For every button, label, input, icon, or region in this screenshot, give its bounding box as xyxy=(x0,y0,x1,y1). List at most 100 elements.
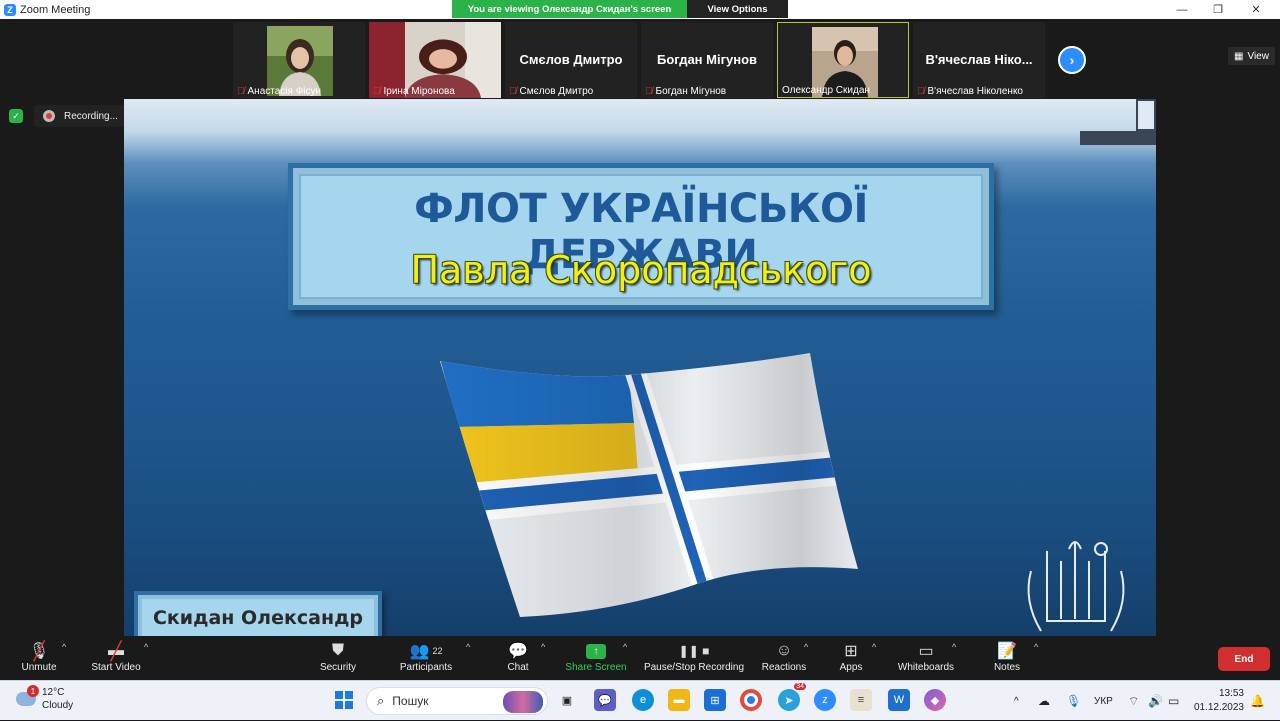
participant-tile[interactable]: Смєлов Дмитро 🎙̸ Смєлов Дмитро xyxy=(505,22,637,98)
share-screen-icon: ↑ xyxy=(586,640,606,662)
participants-options-chevron-icon[interactable]: ^ xyxy=(466,642,470,652)
encryption-shield-icon[interactable]: ✓ xyxy=(9,109,23,123)
participant-name: Олександр Скидан xyxy=(782,85,870,96)
participant-display-name: Смєлов Дмитро xyxy=(519,52,623,67)
teams-chat-icon[interactable]: 💬 xyxy=(594,689,616,711)
next-page-button[interactable]: › xyxy=(1058,46,1086,74)
start-video-button[interactable]: ▬ ╱ Start Video xyxy=(88,640,144,678)
system-clock[interactable]: 13:53 01.12.2023 xyxy=(1192,687,1244,715)
minimize-icon[interactable]: — xyxy=(1164,0,1200,19)
participants-icon: 👥 22 xyxy=(409,643,443,660)
recording-label: Recording... xyxy=(64,110,118,122)
muted-mic-icon: 🎙̸ xyxy=(917,86,925,97)
windows-taskbar: 1 12°C Cloudy ⌕ Пошук ▣ 💬 e ▬ ⊞ ➤ 34 z ≡… xyxy=(0,680,1280,720)
share-options-chevron-icon[interactable]: ^ xyxy=(623,642,627,652)
participant-tile-active[interactable]: Олександр Скидан xyxy=(777,22,909,98)
zoom-logo-icon: Z xyxy=(4,3,16,16)
reactions-options-chevron-icon[interactable]: ^ xyxy=(804,642,808,652)
participant-name: 🎙̸ Богдан Мігунов xyxy=(645,86,727,97)
pause-stop-recording-button[interactable]: ❚❚ ■ Pause/Stop Recording xyxy=(642,640,746,678)
participant-tile[interactable]: Богдан Мігунов 🎙̸ Богдан Мігунов xyxy=(641,22,773,98)
zoom-app-icon[interactable]: z xyxy=(814,689,836,711)
pause-stop-icon: ❚❚ ■ xyxy=(678,644,710,658)
telegram-icon[interactable]: ➤ 34 xyxy=(778,683,806,711)
word-icon[interactable]: W xyxy=(888,689,910,711)
audio-options-chevron-icon[interactable]: ^ xyxy=(62,642,66,652)
notes-options-chevron-icon[interactable]: ^ xyxy=(1034,642,1038,652)
participant-name: 🎙̸ Ірина Міронова xyxy=(373,86,455,97)
whiteboards-options-chevron-icon[interactable]: ^ xyxy=(952,642,956,652)
notes-icon: 📝 xyxy=(997,643,1017,660)
search-highlight-image xyxy=(503,691,543,713)
participants-button[interactable]: 👥 22 Participants xyxy=(396,640,456,678)
weather-description: Cloudy xyxy=(42,700,74,711)
search-icon: ⌕ xyxy=(377,693,385,708)
video-options-chevron-icon[interactable]: ^ xyxy=(144,642,148,652)
slide-title-box: ФЛОТ УКРАЇНСЬКОЇ ДЕРЖАВИ Павла Скоропадс… xyxy=(288,163,994,310)
security-button[interactable]: ⛊ Security xyxy=(318,640,358,678)
meeting-toolbar: 🎙 ╱ Unmute ^ ▬ ╱ Start Video ^ ⛊ Security … xyxy=(0,636,1280,680)
battery-icon[interactable]: ▭ xyxy=(1168,681,1179,721)
participant-tile[interactable]: 🎙̸ Ірина Міронова xyxy=(369,22,501,98)
weather-temperature: 12°C xyxy=(42,687,65,698)
maximize-icon[interactable]: ❐ xyxy=(1200,0,1236,19)
cloud-sync-icon[interactable]: ☁ xyxy=(1038,681,1050,721)
telegram-badge: 34 xyxy=(794,683,806,690)
chat-bubble-icon: 💬 xyxy=(508,643,528,660)
show-hidden-icons-chevron-icon[interactable]: ^ xyxy=(1014,681,1019,721)
apps-options-chevron-icon[interactable]: ^ xyxy=(872,642,876,652)
video-off-icon: ▬ ╱ xyxy=(108,640,124,661)
whiteboards-button[interactable]: ▭ Whiteboards xyxy=(894,640,958,678)
unmute-button[interactable]: 🎙 ╱ Unmute xyxy=(18,640,60,678)
smiley-plus-icon: ☺ xyxy=(775,642,793,659)
grid-icon: ▦ xyxy=(1234,50,1244,62)
muted-mic-icon: 🎙̸ xyxy=(237,86,245,97)
windows-start-icon[interactable] xyxy=(333,689,355,711)
close-icon[interactable]: ✕ xyxy=(1238,0,1274,19)
clock-time: 13:53 xyxy=(1218,688,1244,699)
wifi-icon[interactable]: ⌔ xyxy=(1128,681,1139,721)
apps-button[interactable]: ⊞ Apps xyxy=(836,640,866,678)
clock-date: 01.12.2023 xyxy=(1193,702,1244,713)
reactions-button[interactable]: ☺ Reactions xyxy=(760,640,808,678)
share-screen-button[interactable]: ↑ Share Screen xyxy=(564,640,628,678)
apps-icon: ⊞ xyxy=(844,643,858,660)
muted-mic-icon: 🎙̸ xyxy=(645,86,653,97)
taskbar-search-input[interactable]: ⌕ Пошук xyxy=(366,687,548,715)
author-name: Скидан Олександр xyxy=(142,599,374,636)
participant-strip: 🎙̸ Анастасія Фісун 🎙̸ Ірина Міронова Смєло… xyxy=(0,20,1280,98)
weather-widget[interactable]: 1 12°C Cloudy xyxy=(16,685,74,712)
file-explorer-icon[interactable]: ▬ xyxy=(668,689,690,711)
naval-flag-image xyxy=(440,353,858,617)
participant-tile[interactable]: 🎙̸ Анастасія Фісун xyxy=(233,22,365,98)
microsoft-store-icon[interactable]: ⊞ xyxy=(704,689,726,711)
participant-name: 🎙̸ Смєлов Дмитро xyxy=(509,86,594,97)
notes-app-icon[interactable]: ≡ xyxy=(850,689,872,711)
participant-name: 🎙̸ В'ячеслав Ніколенко xyxy=(917,86,1023,97)
chat-button[interactable]: 💬 Chat xyxy=(504,640,532,678)
participants-count: 22 xyxy=(432,646,443,656)
participant-tile[interactable]: В'ячеслав Ніко... 🎙̸ В'ячеслав Ніколенко xyxy=(913,22,1045,98)
weather-badge: 1 xyxy=(27,685,39,697)
participant-display-name: В'ячеслав Ніко... xyxy=(925,52,1033,67)
search-placeholder: Пошук xyxy=(392,694,429,708)
view-options-button[interactable]: View Options xyxy=(687,0,788,18)
edge-browser-icon[interactable]: e xyxy=(632,689,654,711)
whiteboard-icon: ▭ xyxy=(918,643,934,660)
shared-screen: ФЛОТ УКРАЇНСЬКОЇ ДЕРЖАВИ Павла Скоропадс… xyxy=(124,99,1156,636)
task-view-icon[interactable]: ▣ xyxy=(556,689,578,711)
notes-button[interactable]: 📝 Notes xyxy=(992,640,1022,678)
chrome-icon[interactable] xyxy=(740,689,762,711)
end-meeting-button[interactable]: End xyxy=(1218,647,1270,671)
viewing-banner: You are viewing Олександр Скидан's scree… xyxy=(452,0,788,18)
volume-icon[interactable]: 🔊 xyxy=(1148,681,1163,721)
muted-mic-icon: 🎙̸ xyxy=(373,86,381,97)
view-button[interactable]: ▦ View xyxy=(1228,47,1275,65)
author-name-box: Скидан Олександр xyxy=(134,591,382,636)
participant-name: 🎙̸ Анастасія Фісун xyxy=(237,86,322,97)
language-indicator[interactable]: УКР xyxy=(1094,681,1113,721)
microphone-icon[interactable]: 🎙 xyxy=(1066,681,1081,721)
notification-bell-icon[interactable]: 🔔 xyxy=(1250,681,1265,721)
copilot-icon[interactable]: ◆ xyxy=(924,689,946,711)
chat-options-chevron-icon[interactable]: ^ xyxy=(541,642,545,652)
